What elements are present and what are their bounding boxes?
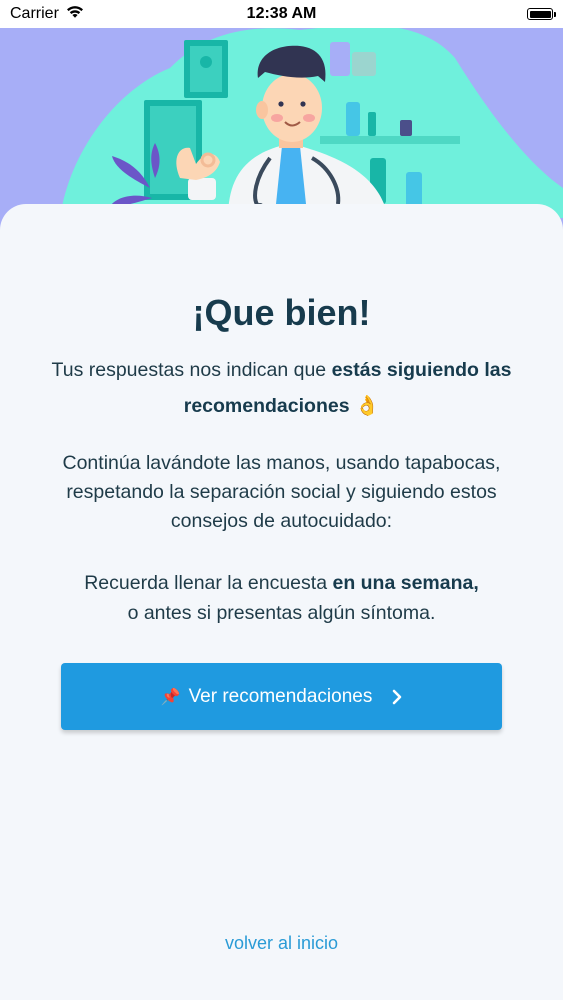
battery-level: [529, 10, 551, 18]
see-recommendations-label: Ver recomendaciones: [188, 685, 373, 707]
reminder-text-start: Recuerda llenar la encuesta: [84, 572, 333, 594]
battery-icon: [527, 8, 556, 20]
pin-icon: 📌: [160, 688, 181, 706]
wifi-icon: [65, 4, 85, 24]
see-recommendations-button[interactable]: 📌 Ver recomendaciones: [61, 663, 502, 730]
carrier-label: Carrier: [10, 5, 59, 22]
reminder-text: Recuerda llenar la encuesta en una seman…: [40, 568, 523, 628]
screen: Carrier 12:38 AM ¡Que bien! Tus respuest…: [0, 0, 563, 1000]
chevron-right-icon: [392, 689, 402, 705]
status-bar: Carrier 12:38 AM: [0, 0, 563, 28]
back-to-home-link[interactable]: volver al inicio: [0, 933, 563, 954]
doctor-illustration: [0, 25, 563, 218]
result-intro: Tus respuestas nos indican que estás sig…: [40, 352, 523, 424]
intro-text: Tus respuestas nos indican que: [51, 359, 332, 381]
ok-hand-emoji: 👌: [354, 395, 380, 417]
result-title: ¡Que bien!: [192, 292, 371, 333]
reminder-highlight: en una semana,: [332, 572, 479, 594]
reminder-text-end: o antes si presentas algún síntoma.: [127, 602, 436, 624]
status-left: Carrier: [10, 4, 85, 24]
advice-text: Continúa lavándote las manos, usando tap…: [62, 452, 501, 532]
